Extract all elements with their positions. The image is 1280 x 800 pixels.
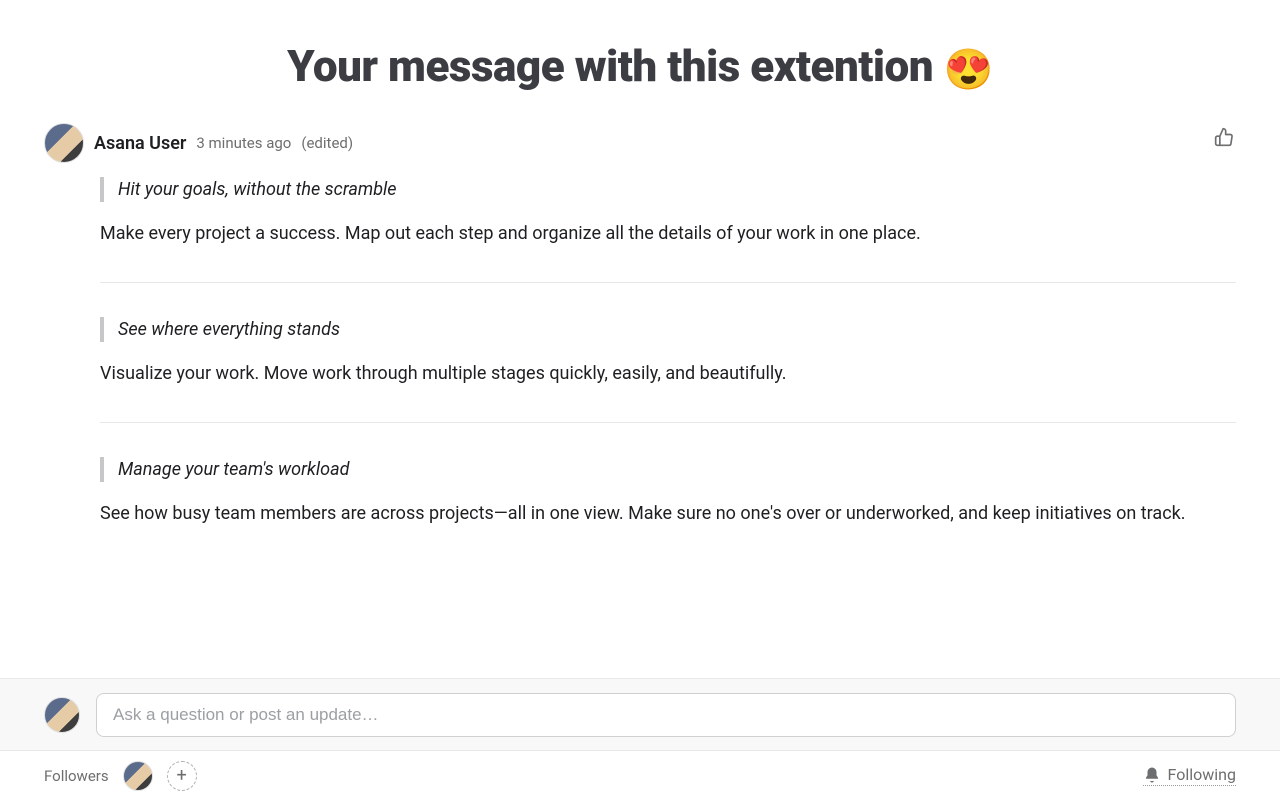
comment-author[interactable]: Asana User — [94, 133, 186, 154]
page-title: Your message with this extention 😍 — [0, 0, 1280, 123]
section-quote: Hit your goals, without the scramble — [100, 177, 1236, 202]
add-follower-button[interactable]: + — [167, 761, 197, 791]
bell-icon — [1143, 766, 1161, 784]
comment-section: Hit your goals, without the scramble Mak… — [100, 177, 1236, 283]
following-button[interactable]: Following — [1143, 765, 1236, 786]
section-body: Visualize your work. Move work through m… — [100, 360, 1236, 388]
comment-body: Hit your goals, without the scramble Mak… — [100, 177, 1236, 562]
section-quote: See where everything stands — [100, 317, 1236, 342]
comment-header: Asana User 3 minutes ago (edited) — [44, 123, 1236, 163]
avatar[interactable] — [44, 697, 80, 733]
compose-input[interactable] — [96, 693, 1236, 737]
followers-label: Followers — [44, 767, 109, 785]
following-label: Following — [1168, 765, 1236, 784]
heart-eyes-emoji: 😍 — [944, 46, 993, 93]
follower-avatar[interactable] — [123, 761, 153, 791]
plus-icon: + — [176, 767, 186, 785]
section-body: See how busy team members are across pro… — [100, 500, 1236, 528]
like-button[interactable] — [1214, 127, 1234, 151]
compose-bar — [0, 678, 1280, 750]
comment: Asana User 3 minutes ago (edited) Hit yo… — [0, 123, 1280, 562]
comment-section: See where everything stands Visualize yo… — [100, 317, 1236, 423]
followers-bar: Followers + Following — [0, 750, 1280, 800]
section-body: Make every project a success. Map out ea… — [100, 220, 1236, 248]
comment-edited-label: (edited) — [301, 134, 353, 152]
comment-timestamp: 3 minutes ago — [196, 134, 291, 152]
page-title-text: Your message with this extention — [287, 40, 943, 92]
followers-left: Followers + — [44, 761, 197, 791]
section-quote: Manage your team's workload — [100, 457, 1236, 482]
comment-section: Manage your team's workload See how busy… — [100, 457, 1236, 562]
thumbs-up-icon — [1214, 127, 1234, 147]
avatar[interactable] — [44, 123, 84, 163]
